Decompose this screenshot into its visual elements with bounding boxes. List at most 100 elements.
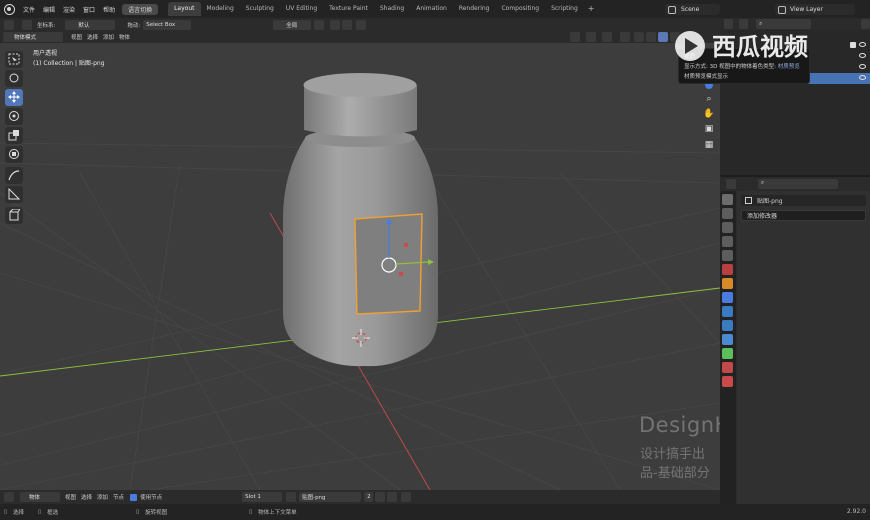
tab-modeling[interactable]: Modeling xyxy=(201,2,240,16)
tab-scripting[interactable]: Scripting xyxy=(545,2,584,16)
properties-search-input[interactable]: ⌕ xyxy=(758,178,838,189)
gizmo-icon[interactable] xyxy=(586,32,597,42)
shader-type-select[interactable]: 物体 xyxy=(20,492,60,502)
mode-select[interactable]: 物体模式 xyxy=(3,32,63,42)
tab-sculpting[interactable]: Sculpting xyxy=(240,2,280,16)
material-name-field[interactable]: 贴图-png xyxy=(299,492,362,502)
unlink-material-icon[interactable] xyxy=(387,492,398,502)
shader-editor-icon[interactable] xyxy=(4,492,14,502)
material-sphere-icon[interactable] xyxy=(286,492,297,502)
editor-type-icon[interactable] xyxy=(4,19,14,30)
modifier-tab-icon[interactable] xyxy=(722,292,733,303)
tool-settings-header: 坐标系: 默认 拖动: Select Box 全局 xyxy=(0,18,720,31)
menu-help[interactable]: 帮助 xyxy=(99,5,119,14)
zoom-icon[interactable]: ⌕ xyxy=(703,93,715,105)
select-tool[interactable] xyxy=(5,51,23,68)
shading-solid-icon[interactable] xyxy=(646,32,657,42)
object-name-field[interactable]: 贴图-png xyxy=(741,195,866,206)
constraints-tab-icon[interactable] xyxy=(722,334,733,345)
properties-header: ⌕ xyxy=(720,177,870,190)
ortho-grid-icon[interactable]: ▦ xyxy=(703,139,715,151)
object-tab-icon[interactable] xyxy=(722,278,733,289)
use-nodes-checkbox[interactable] xyxy=(130,493,138,501)
annotate-tool[interactable] xyxy=(5,167,23,184)
pan-hand-icon[interactable]: ✋ xyxy=(703,108,715,120)
tab-texture-paint[interactable]: Texture Paint xyxy=(323,2,374,16)
blender-logo-icon[interactable] xyxy=(4,3,15,15)
viewport-menu-select[interactable]: 选择 xyxy=(87,33,98,41)
shading-wireframe-icon[interactable] xyxy=(634,32,645,42)
move-tool[interactable] xyxy=(5,89,23,106)
shading-material-icon[interactable] xyxy=(658,32,669,42)
node-menu-select[interactable]: 选择 xyxy=(81,493,92,501)
viewport-menu-add[interactable]: 添加 xyxy=(103,33,114,41)
tab-compositing[interactable]: Compositing xyxy=(495,2,545,16)
view-name: 用户透视 xyxy=(33,50,58,57)
xray-icon[interactable] xyxy=(620,32,631,42)
render-tab-icon[interactable] xyxy=(722,208,733,219)
node-menu-view[interactable]: 视图 xyxy=(65,493,76,501)
tab-animation[interactable]: Animation xyxy=(410,2,453,16)
measure-icon xyxy=(8,188,20,200)
move-icon xyxy=(8,91,20,103)
main-menu: 文件 编辑 渲染 窗口 帮助 语言切换 xyxy=(19,3,159,15)
viewport-menu-view[interactable]: 视图 xyxy=(71,33,82,41)
transform-tool[interactable] xyxy=(5,146,23,163)
output-tab-icon[interactable] xyxy=(722,222,733,233)
world-tab-icon[interactable] xyxy=(722,264,733,275)
visibility-icon[interactable] xyxy=(570,32,581,42)
cursor-icon xyxy=(9,73,19,83)
view-layer-tab-icon[interactable] xyxy=(722,236,733,247)
particles-tab-icon[interactable] xyxy=(722,306,733,317)
scene-selector[interactable]: Scene xyxy=(665,4,720,15)
add-modifier-button[interactable]: 添加修改器 xyxy=(741,210,866,221)
node-menu-node[interactable]: 节点 xyxy=(113,493,124,501)
menu-edit[interactable]: 编辑 xyxy=(39,5,59,14)
add-cube-tool[interactable] xyxy=(5,207,23,224)
add-workspace-icon[interactable]: + xyxy=(584,2,599,16)
search-icon: ⌕ xyxy=(759,20,763,27)
tool-tab-icon[interactable] xyxy=(722,194,733,205)
measure-tool[interactable] xyxy=(5,186,23,203)
tab-rendering[interactable]: Rendering xyxy=(453,2,496,16)
drag-select[interactable]: Select Box xyxy=(143,19,192,30)
tab-layout[interactable]: Layout xyxy=(168,2,201,16)
view-layer-selector[interactable]: View Layer xyxy=(775,4,855,15)
tab-shading[interactable]: Shading xyxy=(374,2,410,16)
properties-editor-icon[interactable] xyxy=(726,178,736,189)
tab-uv-editing[interactable]: UV Editing xyxy=(280,2,323,16)
menu-render[interactable]: 渲染 xyxy=(59,5,79,14)
coord-system-select[interactable]: 默认 xyxy=(65,19,116,30)
texture-tab-icon[interactable] xyxy=(722,376,733,387)
viewport-menu-object[interactable]: 物体 xyxy=(119,33,130,41)
scene-tab-icon[interactable] xyxy=(722,250,733,261)
snap-options-icon[interactable] xyxy=(342,19,353,30)
eye-icon[interactable] xyxy=(859,75,866,80)
scale-tool[interactable] xyxy=(5,127,23,144)
properties-content: 贴图-png 添加修改器 xyxy=(737,191,870,506)
rotate-tool[interactable] xyxy=(5,108,23,125)
transform-tool-icon[interactable] xyxy=(22,19,32,30)
cursor-tool[interactable] xyxy=(5,70,23,87)
data-tab-icon[interactable] xyxy=(722,348,733,359)
fake-user-icon[interactable] xyxy=(375,492,386,502)
pivot-icon[interactable] xyxy=(314,19,325,30)
filter-icon[interactable] xyxy=(860,19,870,29)
proportional-icon[interactable] xyxy=(356,19,367,30)
overlay-icon[interactable] xyxy=(602,32,613,42)
eye-icon[interactable] xyxy=(859,64,866,69)
transform-orientation-select[interactable]: 全局 xyxy=(273,19,312,30)
mouse-right-icon: ▯ xyxy=(249,509,253,515)
material-tab-icon[interactable] xyxy=(722,362,733,373)
snap-icon[interactable] xyxy=(330,19,341,30)
slot-select[interactable]: Slot 1 xyxy=(242,492,283,502)
physics-tab-icon[interactable] xyxy=(722,320,733,331)
node-menu-add[interactable]: 添加 xyxy=(97,493,108,501)
3d-viewport[interactable]: 用户透视 (1) Collection | 贴图-png ⌕ ✋ ▣ ▦ Des… xyxy=(0,43,720,490)
menu-file[interactable]: 文件 xyxy=(19,5,39,14)
camera-view-icon[interactable]: ▣ xyxy=(703,123,715,135)
pin-icon[interactable] xyxy=(401,492,412,502)
language-switch-button[interactable]: 语言切换 xyxy=(122,3,159,15)
menu-window[interactable]: 窗口 xyxy=(79,5,99,14)
material-users-count[interactable]: 2 xyxy=(364,492,374,502)
